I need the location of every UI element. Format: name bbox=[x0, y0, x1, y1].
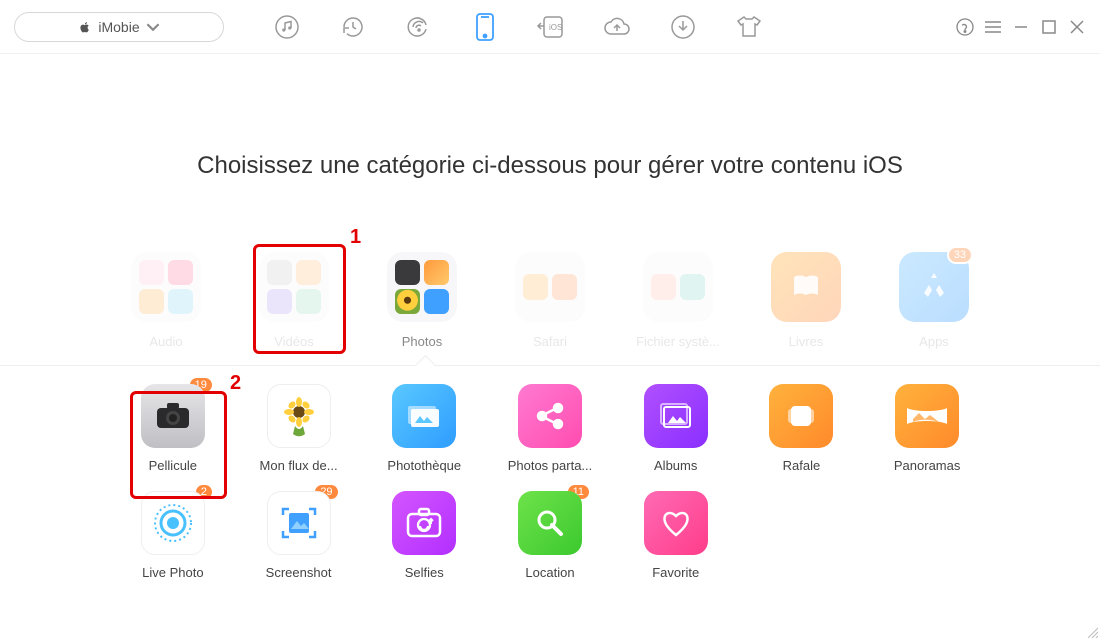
category-books[interactable]: Livres bbox=[763, 252, 849, 349]
category-safari[interactable]: Safari bbox=[507, 252, 593, 349]
cloud-tool-icon[interactable] bbox=[602, 12, 632, 42]
item-label: Live Photo bbox=[120, 565, 226, 580]
category-row: Audio Vidéos Photos Safari Fichier systè… bbox=[0, 252, 1100, 349]
phone-tool-icon[interactable] bbox=[470, 12, 500, 42]
item-favorite[interactable]: Favorite bbox=[623, 491, 729, 580]
close-icon[interactable] bbox=[1068, 18, 1086, 36]
category-label: Fichier systè... bbox=[635, 334, 721, 349]
item-label: Photos parta... bbox=[497, 458, 603, 473]
albums-icon bbox=[644, 384, 708, 448]
item-phototheque[interactable]: Photothèque bbox=[371, 384, 477, 473]
category-photos[interactable]: Photos bbox=[379, 252, 465, 349]
menu-icon[interactable] bbox=[984, 18, 1002, 36]
tshirt-tool-icon[interactable] bbox=[734, 12, 764, 42]
item-shared[interactable]: Photos parta... bbox=[497, 384, 603, 473]
item-label: Albums bbox=[623, 458, 729, 473]
category-label: Vidéos bbox=[251, 334, 337, 349]
item-photostream[interactable]: Mon flux de... bbox=[246, 384, 352, 473]
livephoto-icon bbox=[141, 491, 205, 555]
help-icon[interactable] bbox=[956, 18, 974, 36]
music-tool-icon[interactable] bbox=[272, 12, 302, 42]
category-filesystem[interactable]: Fichier systè... bbox=[635, 252, 721, 349]
share-icon bbox=[518, 384, 582, 448]
history-tool-icon[interactable] bbox=[338, 12, 368, 42]
item-selfies[interactable]: Selfies bbox=[371, 491, 477, 580]
divider bbox=[0, 365, 1100, 366]
category-label: Audio bbox=[123, 334, 209, 349]
item-location[interactable]: 11 Location bbox=[497, 491, 603, 580]
window-controls bbox=[956, 18, 1086, 36]
item-burst[interactable]: Rafale bbox=[748, 384, 854, 473]
panorama-icon bbox=[895, 384, 959, 448]
badge: 33 bbox=[947, 246, 973, 264]
item-panoramas[interactable]: Panoramas bbox=[874, 384, 980, 473]
ios-export-icon[interactable]: iOS bbox=[536, 12, 566, 42]
filesystem-folder-icon bbox=[643, 252, 713, 322]
camera-icon bbox=[141, 384, 205, 448]
callout-2: 2 bbox=[230, 372, 241, 395]
page-title: Choisissez une catégorie ci-dessous pour… bbox=[0, 152, 1100, 180]
download-tool-icon[interactable] bbox=[668, 12, 698, 42]
library-icon bbox=[392, 384, 456, 448]
category-label: Apps bbox=[891, 334, 977, 349]
photos-folder-icon bbox=[387, 252, 457, 322]
item-label: Panoramas bbox=[874, 458, 980, 473]
maximize-icon[interactable] bbox=[1040, 18, 1058, 36]
item-label: Selfies bbox=[371, 565, 477, 580]
brand-dropdown[interactable]: iMobie bbox=[14, 12, 224, 42]
item-label: Favorite bbox=[623, 565, 729, 580]
item-label: Mon flux de... bbox=[246, 458, 352, 473]
audio-folder-icon bbox=[131, 252, 201, 322]
item-screenshot[interactable]: 29 Screenshot bbox=[246, 491, 352, 580]
minimize-icon[interactable] bbox=[1012, 18, 1030, 36]
brand-label: iMobie bbox=[98, 19, 139, 35]
item-albums[interactable]: Albums bbox=[623, 384, 729, 473]
location-icon bbox=[518, 491, 582, 555]
apple-icon bbox=[78, 20, 92, 34]
favorite-icon bbox=[644, 491, 708, 555]
category-label: Photos bbox=[379, 334, 465, 349]
item-label: Screenshot bbox=[246, 565, 352, 580]
item-label: Location bbox=[497, 565, 603, 580]
photos-sub-grid: 19 Pellicule Mon flux de... Photothèque … bbox=[0, 366, 1100, 580]
books-folder-icon bbox=[771, 252, 841, 322]
toolbar: iMobie iOS bbox=[0, 0, 1100, 54]
safari-folder-icon bbox=[515, 252, 585, 322]
item-label: Rafale bbox=[748, 458, 854, 473]
resize-grip-icon[interactable] bbox=[1086, 626, 1098, 638]
chevron-down-icon bbox=[146, 20, 160, 34]
screenshot-icon bbox=[267, 491, 331, 555]
category-label: Safari bbox=[507, 334, 593, 349]
videos-folder-icon bbox=[259, 252, 329, 322]
item-livephoto[interactable]: 2 Live Photo bbox=[120, 491, 226, 580]
tool-icons: iOS bbox=[272, 12, 764, 42]
category-audio[interactable]: Audio bbox=[123, 252, 209, 349]
item-label: Pellicule bbox=[120, 458, 226, 473]
wifi-tool-icon[interactable] bbox=[404, 12, 434, 42]
category-videos[interactable]: Vidéos bbox=[251, 252, 337, 349]
item-label: Photothèque bbox=[371, 458, 477, 473]
category-apps[interactable]: 33 Apps bbox=[891, 252, 977, 349]
category-label: Livres bbox=[763, 334, 849, 349]
item-pellicule[interactable]: 19 Pellicule bbox=[120, 384, 226, 473]
callout-1: 1 bbox=[350, 226, 361, 249]
sunflower-icon bbox=[267, 384, 331, 448]
selfies-icon bbox=[392, 491, 456, 555]
svg-text:iOS: iOS bbox=[549, 23, 562, 32]
burst-icon bbox=[769, 384, 833, 448]
